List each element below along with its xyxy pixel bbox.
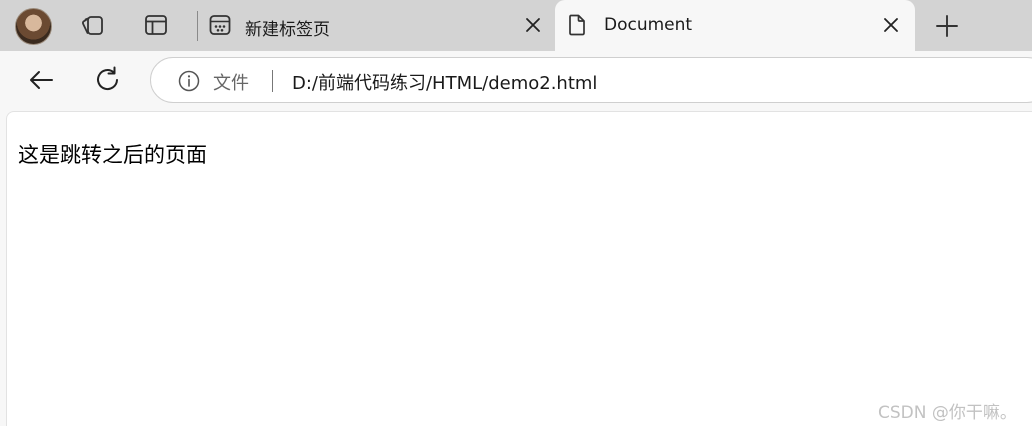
browser-window: 新建标签页 Document 文件 D:/前端代码练习/HTML/demo2.h… — [0, 0, 1032, 426]
close-icon[interactable] — [522, 14, 544, 36]
page-body-text: 这是跳转之后的页面 — [18, 143, 207, 167]
back-arrow-icon[interactable] — [26, 65, 56, 95]
address-separator — [272, 70, 273, 92]
url-text[interactable]: D:/前端代码练习/HTML/demo2.html — [292, 69, 597, 95]
info-icon[interactable] — [178, 70, 200, 92]
tab-title: 新建标签页 — [245, 20, 330, 40]
address-bar[interactable]: 文件 D:/前端代码练习/HTML/demo2.html — [150, 57, 1032, 103]
scheme-label: 文件 — [213, 73, 249, 94]
tab-new-tab[interactable]: 新建标签页 — [200, 0, 552, 51]
tab-strip: 新建标签页 Document — [0, 0, 1032, 51]
profile-avatar[interactable] — [15, 8, 52, 45]
refresh-icon[interactable] — [93, 65, 123, 95]
new-tab-plus-icon[interactable] — [933, 12, 961, 40]
collections-icon[interactable] — [80, 12, 106, 38]
vertical-tabs-icon[interactable] — [143, 12, 169, 38]
tab-separator — [197, 11, 198, 41]
tab-title: Document — [604, 15, 693, 35]
tab-document[interactable]: Document — [555, 0, 915, 51]
document-icon — [565, 13, 589, 37]
watermark: CSDN @你干嘛。 — [878, 403, 1017, 423]
close-icon[interactable] — [880, 14, 902, 36]
new-tab-grid-icon — [208, 13, 232, 37]
page-content: 这是跳转之后的页面 CSDN @你干嘛。 — [6, 111, 1032, 426]
navigation-toolbar: 文件 D:/前端代码练习/HTML/demo2.html — [0, 51, 1032, 111]
